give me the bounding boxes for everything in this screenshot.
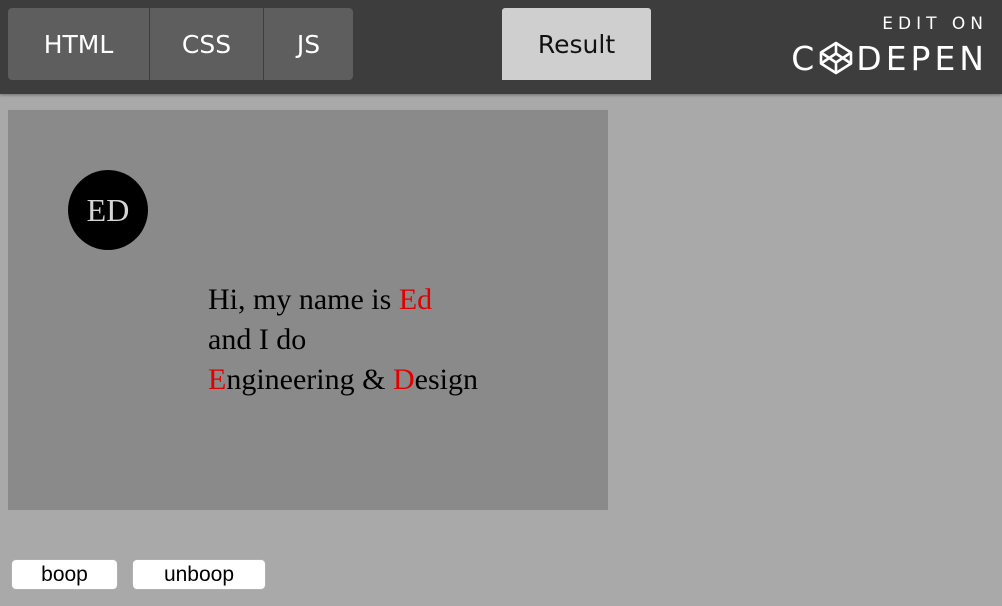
codepen-wordmark: C DEPEN bbox=[791, 38, 988, 78]
tab-css[interactable]: CSS bbox=[150, 8, 264, 80]
intro-name: Ed bbox=[398, 283, 433, 316]
intro-text: Hi, my name is Ed and I do Engineering &… bbox=[208, 280, 478, 400]
intro-line-2: and I do bbox=[208, 323, 307, 356]
tab-js[interactable]: JS bbox=[264, 8, 353, 80]
unboop-button[interactable]: unboop bbox=[132, 559, 266, 590]
tab-html[interactable]: HTML bbox=[8, 8, 150, 80]
avatar: ED bbox=[68, 170, 148, 250]
intro-greeting: Hi, my name is bbox=[208, 283, 399, 316]
intro-highlight-d: D bbox=[392, 363, 415, 396]
intro-highlight-e: E bbox=[208, 363, 227, 396]
codepen-wordmark-right: DEPEN bbox=[856, 38, 988, 78]
codepen-wordmark-left: C bbox=[791, 38, 819, 78]
codepen-logo-icon bbox=[819, 41, 853, 75]
edit-on-codepen-link[interactable]: EDIT ON C DEPEN bbox=[791, 10, 988, 80]
editor-tab-group: HTML CSS JS bbox=[8, 8, 353, 80]
profile-card: ED Hi, my name is Ed and I do Engineerin… bbox=[8, 110, 608, 510]
boop-button[interactable]: boop bbox=[11, 559, 118, 590]
intro-line-3: Engineering & Design bbox=[208, 360, 478, 400]
intro-line-1: Hi, my name is Ed bbox=[208, 280, 478, 320]
intro-engineering-rest: ngineering & bbox=[226, 363, 393, 396]
intro-design-rest: esign bbox=[414, 363, 478, 396]
tab-result[interactable]: Result bbox=[502, 8, 651, 80]
codepen-embed-header: HTML CSS JS Result EDIT ON C DEPEN bbox=[0, 0, 1002, 94]
edit-on-label: EDIT ON bbox=[882, 14, 988, 34]
